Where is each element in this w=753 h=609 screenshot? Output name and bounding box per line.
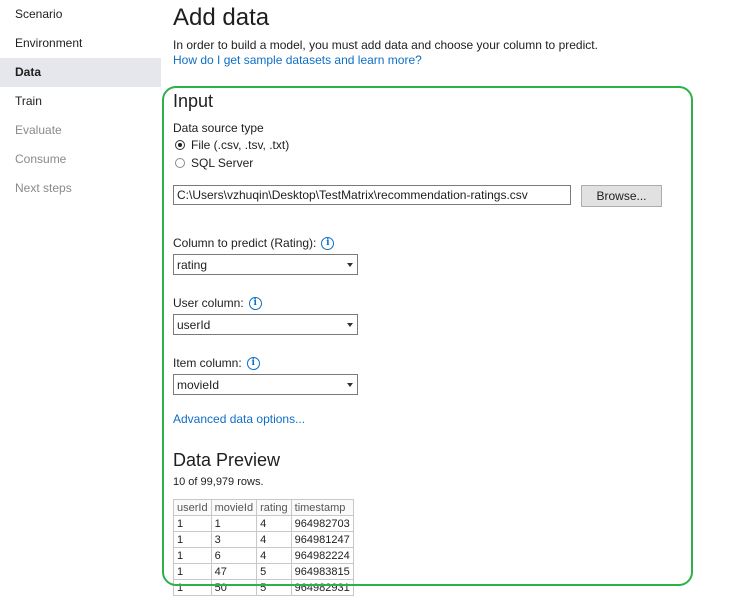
sidebar-item-evaluate: Evaluate bbox=[15, 123, 62, 137]
table-cell: 1 bbox=[210, 515, 258, 532]
sidebar-item-next-steps: Next steps bbox=[15, 181, 72, 195]
chevron-down-icon bbox=[347, 263, 353, 267]
user-column-label-row: User column: i bbox=[173, 296, 262, 311]
column-to-predict-select[interactable]: rating bbox=[173, 254, 358, 275]
user-column-label: User column: bbox=[173, 296, 244, 310]
sidebar: Scenario Environment Data Train Evaluate… bbox=[0, 0, 161, 609]
user-column-select[interactable]: userId bbox=[173, 314, 358, 335]
rows-count: 10 of 99,979 rows. bbox=[173, 476, 264, 488]
file-radio-label: File (.csv, .tsv, .txt) bbox=[191, 138, 290, 152]
table-header-row: userId movieId rating timestamp bbox=[173, 499, 354, 516]
sidebar-item-scenario[interactable]: Scenario bbox=[0, 0, 161, 29]
table-cell: 964983815 bbox=[290, 563, 354, 580]
table-cell: 1 bbox=[173, 579, 212, 596]
chevron-down-icon bbox=[347, 383, 353, 387]
table-cell: 964981247 bbox=[290, 531, 354, 548]
table-cell: 6 bbox=[210, 547, 258, 564]
table-cell: 4 bbox=[256, 515, 292, 532]
file-radio-option[interactable]: File (.csv, .tsv, .txt) bbox=[175, 137, 289, 153]
table-cell: 50 bbox=[210, 579, 258, 596]
table-cell: 47 bbox=[210, 563, 258, 580]
column-to-predict-value: rating bbox=[177, 258, 208, 272]
table-cell: 964982703 bbox=[290, 515, 354, 532]
column-header-rating: rating bbox=[256, 499, 292, 516]
file-radio-button[interactable] bbox=[175, 140, 185, 150]
table-row: 1 3 4 964981247 bbox=[173, 531, 354, 548]
table-cell: 964982931 bbox=[290, 579, 354, 596]
data-preview-table: userId movieId rating timestamp 1 1 4 96… bbox=[173, 499, 354, 596]
column-header-userid: userId bbox=[173, 499, 212, 516]
table-row: 1 50 5 964982931 bbox=[173, 579, 354, 596]
sidebar-item-environment[interactable]: Environment bbox=[0, 29, 161, 58]
page-description: In order to build a model, you must add … bbox=[173, 38, 598, 52]
user-column-value: userId bbox=[177, 318, 211, 332]
item-column-label-row: Item column: i bbox=[173, 356, 260, 371]
sql-server-radio-option[interactable]: SQL Server bbox=[175, 155, 253, 171]
sample-datasets-link[interactable]: How do I get sample datasets and learn m… bbox=[173, 53, 422, 67]
column-to-predict-label: Column to predict (Rating): bbox=[173, 236, 317, 250]
info-icon[interactable]: i bbox=[321, 237, 335, 251]
sql-server-radio-button[interactable] bbox=[175, 158, 185, 168]
info-icon[interactable]: i bbox=[246, 357, 260, 371]
item-column-value: movieId bbox=[177, 378, 220, 392]
data-preview-title: Data Preview bbox=[173, 450, 281, 470]
table-cell: 4 bbox=[256, 531, 292, 548]
table-cell: 964982224 bbox=[290, 547, 354, 564]
table-cell: 1 bbox=[173, 547, 212, 564]
column-header-movieid: movieId bbox=[210, 499, 258, 516]
chevron-down-icon bbox=[347, 323, 353, 327]
sql-server-radio-label: SQL Server bbox=[191, 156, 254, 170]
column-header-timestamp: timestamp bbox=[290, 499, 354, 516]
table-cell: 4 bbox=[256, 547, 292, 564]
page-title: Add data bbox=[173, 4, 270, 31]
column-to-predict-label-row: Column to predict (Rating): i bbox=[173, 236, 335, 251]
data-source-type-label: Data source type bbox=[173, 121, 264, 135]
table-row: 1 6 4 964982224 bbox=[173, 547, 354, 564]
browse-button[interactable]: Browse... bbox=[581, 185, 662, 207]
advanced-data-options-link[interactable]: Advanced data options... bbox=[173, 412, 305, 426]
table-cell: 5 bbox=[256, 563, 292, 580]
table-cell: 3 bbox=[210, 531, 258, 548]
table-cell: 1 bbox=[173, 531, 212, 548]
input-section-title: Input bbox=[173, 91, 214, 111]
main-content: Add data In order to build a model, you … bbox=[173, 0, 753, 609]
table-row: 1 47 5 964983815 bbox=[173, 563, 354, 580]
info-icon[interactable]: i bbox=[248, 297, 262, 311]
table-cell: 5 bbox=[256, 579, 292, 596]
table-row: 1 1 4 964982703 bbox=[173, 515, 354, 532]
sidebar-item-data[interactable]: Data bbox=[0, 58, 161, 87]
item-column-label: Item column: bbox=[173, 356, 242, 370]
file-path-input[interactable] bbox=[173, 185, 571, 205]
table-cell: 1 bbox=[173, 563, 212, 580]
sidebar-item-train[interactable]: Train bbox=[0, 87, 161, 116]
table-cell: 1 bbox=[173, 515, 212, 532]
sidebar-item-consume: Consume bbox=[15, 152, 67, 166]
item-column-select[interactable]: movieId bbox=[173, 374, 358, 395]
